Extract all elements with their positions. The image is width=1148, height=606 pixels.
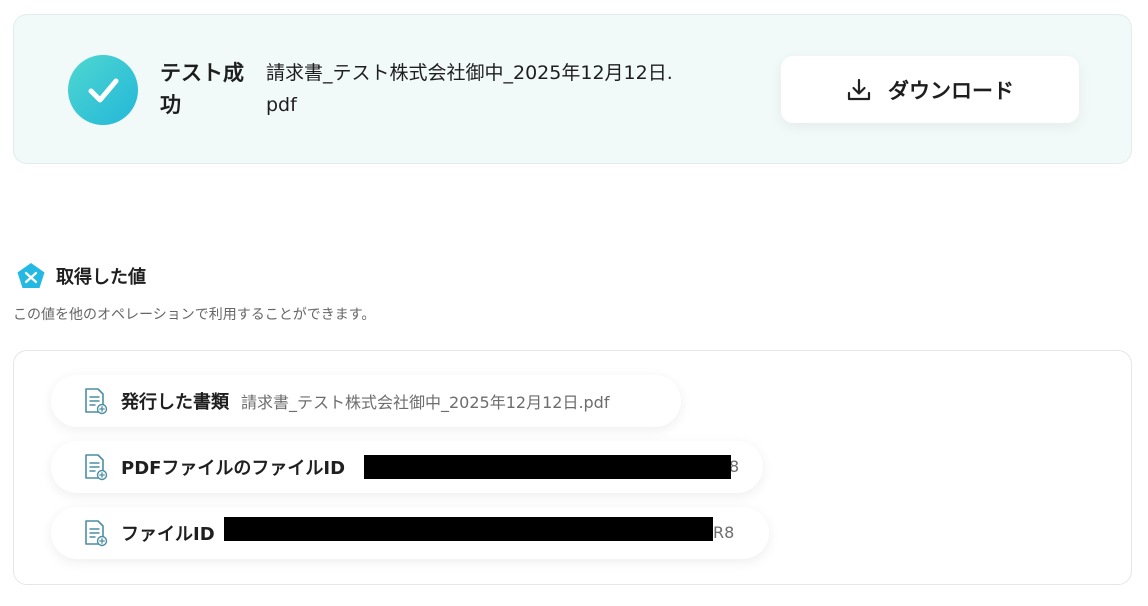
document-icon [81,453,109,481]
download-label: ダウンロード [888,78,1014,103]
test-result-card: テスト成功 請求書_テスト株式会社御中_2025年12月12日.pdf ダウンロ… [13,14,1132,164]
check-icon [88,78,119,103]
variable-icon [17,263,45,288]
download-icon [847,78,871,100]
obtained-values-heading: 取得した値 [16,262,146,290]
success-badge [68,55,138,125]
document-icon [81,519,109,547]
value-label: ファイルID [121,524,215,545]
value-label: 発行した書類 [121,392,229,413]
section-description: この値を他のオペレーションで利用することができます。 [13,307,376,323]
download-button[interactable]: ダウンロード [781,56,1079,123]
value-item-issued-document[interactable]: 発行した書類 請求書_テスト株式会社御中_2025年12月12日.pdf [51,375,681,427]
generated-file-name: 請求書_テスト株式会社御中_2025年12月12日.pdf [266,62,673,116]
test-status: テスト成功 [160,61,244,117]
value-item-file-id[interactable]: ファイルID R8 [51,507,769,559]
value-item-pdf-file-id[interactable]: PDFファイルのファイルID 1 8 [51,441,763,493]
document-icon [81,387,109,415]
redacted-value [224,517,713,541]
value-suffix: R8 [713,523,735,542]
value-text: 請求書_テスト株式会社御中_2025年12月12日.pdf [241,393,610,412]
obtained-values-card: 発行した書類 請求書_テスト株式会社御中_2025年12月12日.pdf PDF… [13,350,1132,585]
redacted-value [364,455,731,479]
section-title: 取得した値 [56,267,146,288]
value-label: PDFファイルのファイルID [121,458,346,479]
